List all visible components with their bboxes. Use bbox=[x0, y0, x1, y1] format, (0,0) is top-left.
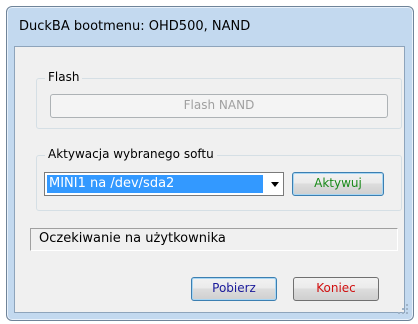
software-select[interactable]: MINI1 na /dev/sda2 bbox=[44, 172, 284, 196]
software-select-value: MINI1 na /dev/sda2 bbox=[47, 175, 263, 193]
close-button[interactable]: Koniec bbox=[293, 277, 379, 301]
status-field: Oczekiwanie na użytkownika bbox=[30, 228, 398, 251]
download-button[interactable]: Pobierz bbox=[191, 277, 277, 301]
flash-nand-button[interactable]: Flash NAND bbox=[50, 94, 388, 118]
activate-button[interactable]: Aktywuj bbox=[292, 172, 384, 196]
title-bar[interactable]: DuckBA bootmenu: OHD500, NAND bbox=[7, 7, 413, 47]
window-title: DuckBA bootmenu: OHD500, NAND bbox=[19, 19, 251, 34]
chevron-down-icon[interactable] bbox=[271, 182, 279, 187]
activation-group-label: Aktywacja wybranego softu bbox=[45, 147, 217, 161]
resize-grip-icon[interactable] bbox=[398, 304, 408, 314]
flash-group-label: Flash bbox=[45, 70, 83, 84]
